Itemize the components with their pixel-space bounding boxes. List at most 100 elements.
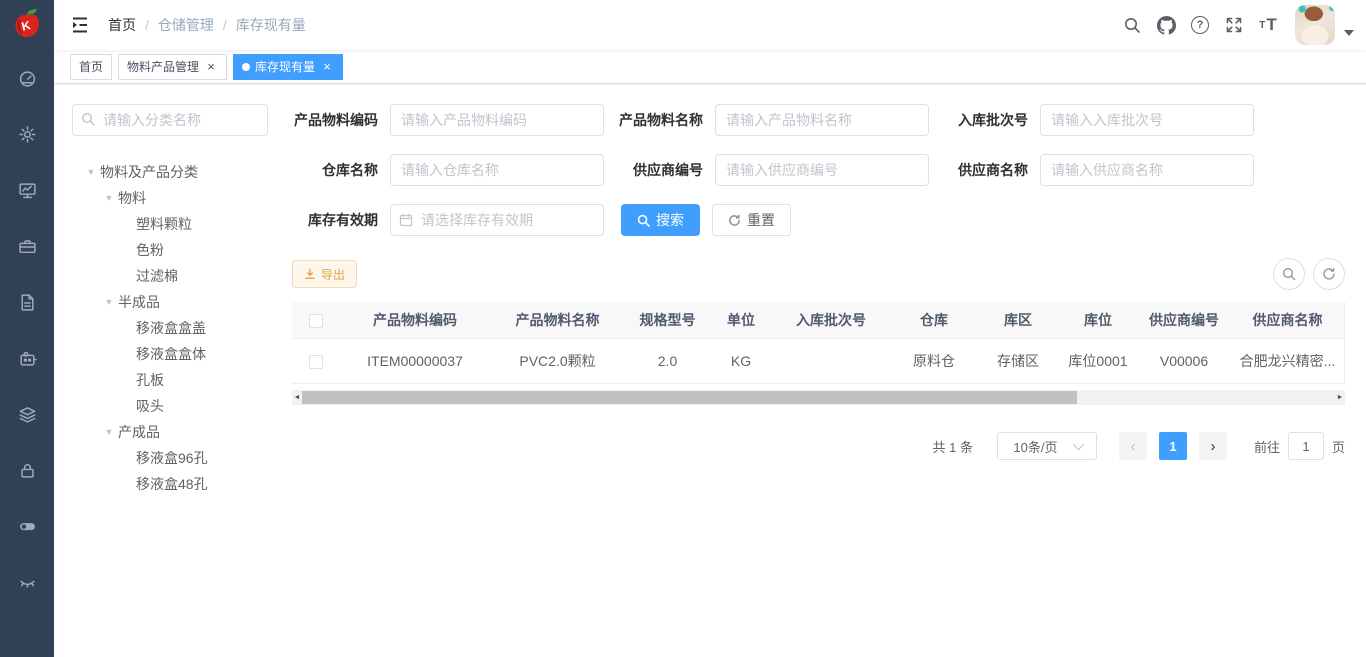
table-cell: 存储区: [978, 351, 1058, 371]
page-size-value: 10条/页: [1013, 437, 1057, 456]
tree-node[interactable]: ▼孔板: [72, 367, 268, 393]
monitor-icon[interactable]: [0, 162, 54, 218]
tab-close-icon[interactable]: ×: [320, 60, 334, 74]
text-input[interactable]: [390, 154, 604, 186]
tree-node[interactable]: ▼色粉: [72, 237, 268, 263]
breadcrumb-item: 仓储管理: [158, 15, 214, 35]
breadcrumb-item[interactable]: 首页: [108, 15, 136, 35]
toggle-icon[interactable]: [0, 498, 54, 554]
help-icon[interactable]: ?: [1183, 0, 1217, 50]
lock-icon[interactable]: [0, 442, 54, 498]
reset-button-label: 重置: [747, 210, 775, 230]
prev-page-button[interactable]: ‹: [1119, 432, 1147, 460]
main-panel: 产品物料编码产品物料名称入库批次号仓库名称供应商编号供应商名称库存有效期 搜索 …: [292, 104, 1345, 657]
breadcrumb-separator: /: [223, 17, 227, 33]
tree-node[interactable]: ▼移液盒盒盖: [72, 315, 268, 341]
tree-node[interactable]: ▼过滤棉: [72, 263, 268, 289]
tree-node[interactable]: ▼移液盒盒体: [72, 341, 268, 367]
search-icon: [637, 214, 650, 227]
tree-node[interactable]: ▼半成品: [72, 289, 268, 315]
select-all-checkbox[interactable]: [309, 314, 323, 328]
tree-expand-icon[interactable]: ▼: [82, 167, 100, 177]
goto-page-input[interactable]: [1288, 432, 1324, 460]
goto-label: 前往: [1254, 437, 1280, 456]
fullscreen-icon[interactable]: [1217, 0, 1251, 50]
font-size-icon[interactable]: TT: [1251, 0, 1285, 50]
eye-closed-icon[interactable]: [0, 554, 54, 610]
sidebar-toggle-icon[interactable]: [70, 15, 90, 35]
form-field: 产品物料编码: [292, 104, 604, 136]
tab-label: 首页: [79, 58, 103, 75]
layers-icon[interactable]: [0, 386, 54, 442]
form-field-label: 产品物料名称: [617, 110, 715, 130]
plugin-icon[interactable]: [0, 330, 54, 386]
tree-node-label: 孔板: [136, 370, 164, 390]
navbar-right: ? TT: [1115, 0, 1354, 50]
dashboard-icon[interactable]: [0, 50, 54, 106]
tree-node[interactable]: ▼吸头: [72, 393, 268, 419]
tags-view-bar: 首页物料产品管理× 库存现有量 ×: [54, 50, 1366, 84]
app-logo[interactable]: K: [0, 0, 54, 50]
tree-expand-icon[interactable]: ▼: [100, 427, 118, 437]
scroll-left-button[interactable]: ◄: [292, 390, 302, 405]
text-input[interactable]: [1040, 104, 1254, 136]
breadcrumb: 首页/仓储管理/库存现有量: [108, 15, 306, 35]
form-field: 产品物料名称: [617, 104, 929, 136]
breadcrumb-separator: /: [145, 17, 149, 33]
text-input[interactable]: [715, 104, 929, 136]
settings-icon[interactable]: [0, 106, 54, 162]
search-icon[interactable]: [1115, 0, 1149, 50]
text-input[interactable]: [1040, 154, 1254, 186]
tree-node[interactable]: ▼产成品: [72, 419, 268, 445]
tree-expand-icon[interactable]: ▼: [100, 193, 118, 203]
tree-node-label: 物料: [118, 188, 146, 208]
tab-inventory-onhand[interactable]: 库存现有量 ×: [233, 54, 343, 80]
category-search-input[interactable]: [72, 104, 268, 136]
scrollbar-track[interactable]: [302, 390, 1335, 405]
export-button[interactable]: 导出: [292, 260, 357, 288]
text-input[interactable]: [390, 104, 604, 136]
content-area: ▼物料及产品分类▼物料▼塑料颗粒▼色粉▼过滤棉▼半成品▼移液盒盒盖▼移液盒盒体▼…: [54, 84, 1366, 657]
scroll-right-button[interactable]: ►: [1335, 390, 1345, 405]
table-cell: 2.0: [625, 353, 710, 369]
tree-node[interactable]: ▼物料及产品分类: [72, 159, 268, 185]
text-input[interactable]: [715, 154, 929, 186]
search-button[interactable]: 搜索: [621, 204, 700, 236]
category-tree: ▼物料及产品分类▼物料▼塑料颗粒▼色粉▼过滤棉▼半成品▼移液盒盒盖▼移液盒盒体▼…: [72, 159, 268, 497]
toggle-search-button[interactable]: [1273, 258, 1305, 290]
next-page-button[interactable]: ›: [1199, 432, 1227, 460]
tree-node-label: 移液盒盒体: [136, 344, 206, 364]
scrollbar-thumb[interactable]: [302, 391, 1077, 404]
column-header: 供应商名称: [1230, 310, 1345, 330]
table-cell: V00006: [1138, 353, 1230, 369]
form-field-label: 入库批次号: [942, 110, 1040, 130]
tree-node[interactable]: ▼塑料颗粒: [72, 211, 268, 237]
goto-unit-label: 页: [1332, 437, 1345, 456]
table-cell: 库位0001: [1058, 351, 1138, 371]
reset-button[interactable]: 重置: [712, 204, 791, 236]
github-icon[interactable]: [1149, 0, 1183, 50]
page-number-button[interactable]: 1: [1159, 432, 1187, 460]
tree-expand-icon[interactable]: ▼: [100, 297, 118, 307]
row-checkbox[interactable]: [309, 355, 323, 369]
tab-home[interactable]: 首页: [70, 54, 112, 80]
tab-label: 库存现有量: [255, 58, 315, 75]
app-root: K 首页 / 仓储管理 / 库存现有量 ? TT 首页物料产品管理×库存现有量 ×: [0, 0, 1366, 657]
user-avatar[interactable]: [1295, 5, 1335, 45]
document-icon[interactable]: [0, 274, 54, 330]
tab-close-icon[interactable]: ×: [204, 60, 218, 74]
tree-node[interactable]: ▼移液盒96孔: [72, 445, 268, 471]
refresh-button[interactable]: [1313, 258, 1345, 290]
column-header: 仓库: [890, 310, 978, 330]
tree-node[interactable]: ▼移液盒48孔: [72, 471, 268, 497]
tree-node-label: 移液盒盒盖: [136, 318, 206, 338]
date-picker-input[interactable]: [390, 204, 604, 236]
category-panel: ▼物料及产品分类▼物料▼塑料颗粒▼色粉▼过滤棉▼半成品▼移液盒盒盖▼移液盒盒体▼…: [72, 104, 268, 657]
refresh-icon: [728, 214, 741, 227]
tree-node[interactable]: ▼物料: [72, 185, 268, 211]
tab-material-product[interactable]: 物料产品管理×: [118, 54, 227, 80]
page-size-select[interactable]: 10条/页: [997, 432, 1097, 460]
pagination: 共 1 条 10条/页 ‹ 1 › 前往 页: [292, 432, 1345, 460]
toolbox-icon[interactable]: [0, 218, 54, 274]
user-menu-caret-icon[interactable]: [1344, 30, 1354, 36]
